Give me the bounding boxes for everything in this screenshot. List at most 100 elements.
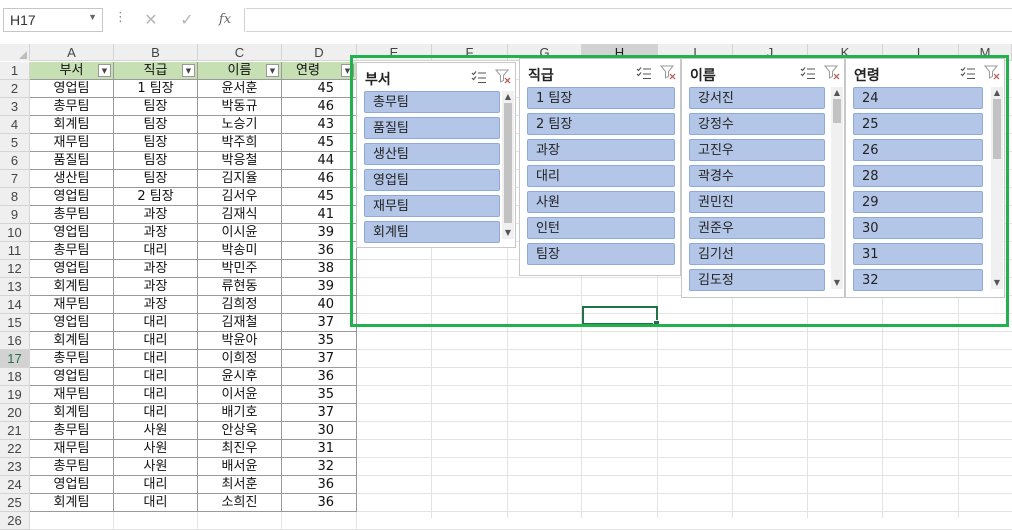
table-cell[interactable]: 30: [282, 422, 357, 440]
row-header-7[interactable]: 7: [0, 170, 30, 188]
table-cell[interactable]: 재무팀: [30, 296, 114, 314]
table-cell[interactable]: 노승기: [198, 116, 282, 134]
row-header-11[interactable]: 11: [0, 242, 30, 260]
table-cell[interactable]: 박민주: [198, 260, 282, 278]
table-cell[interactable]: 46: [282, 98, 357, 116]
table-cell[interactable]: 영업팀: [30, 260, 114, 278]
row-header-3[interactable]: 3: [0, 98, 30, 116]
table-cell[interactable]: 45: [282, 80, 357, 98]
filter-dropdown-icon[interactable]: ▼: [182, 64, 195, 77]
table-cell[interactable]: 45: [282, 188, 357, 206]
chevron-down-icon[interactable]: ▼: [88, 12, 97, 22]
row-header-18[interactable]: 18: [0, 368, 30, 386]
table-cell[interactable]: 40: [282, 296, 357, 314]
enter-icon[interactable]: ✓: [176, 9, 198, 31]
table-cell[interactable]: [114, 512, 198, 530]
row-header-23[interactable]: 23: [0, 458, 30, 476]
table-cell[interactable]: [30, 512, 114, 530]
table-cell[interactable]: 김서우: [198, 188, 282, 206]
table-cell[interactable]: 영업팀: [30, 80, 114, 98]
table-cell[interactable]: 대리: [114, 494, 198, 512]
table-cell[interactable]: 총무팀: [30, 206, 114, 224]
table-cell[interactable]: 회계팀: [30, 116, 114, 134]
column-header-b[interactable]: B: [114, 44, 198, 61]
table-cell[interactable]: 영업팀: [30, 224, 114, 242]
table-cell[interactable]: 회계팀: [30, 494, 114, 512]
table-cell[interactable]: 이시윤: [198, 224, 282, 242]
name-box[interactable]: H17 ▼: [3, 8, 103, 32]
column-header-d[interactable]: D: [282, 44, 357, 61]
table-cell[interactable]: 38: [282, 260, 357, 278]
table-cell[interactable]: 팀장: [114, 170, 198, 188]
table-cell[interactable]: 대리: [114, 332, 198, 350]
row-header-21[interactable]: 21: [0, 422, 30, 440]
table-cell[interactable]: 46: [282, 170, 357, 188]
row-header-16[interactable]: 16: [0, 332, 30, 350]
table-cell[interactable]: 총무팀: [30, 242, 114, 260]
formula-input[interactable]: [246, 8, 1012, 32]
table-cell[interactable]: 37: [282, 314, 357, 332]
table-cell[interactable]: 류현동: [198, 278, 282, 296]
row-header-5[interactable]: 5: [0, 134, 30, 152]
table-cell[interactable]: 회계팀: [30, 404, 114, 422]
table-cell[interactable]: 35: [282, 386, 357, 404]
header-cell[interactable]: 직급 ▼: [114, 62, 198, 80]
table-cell[interactable]: 영업팀: [30, 368, 114, 386]
select-all-button[interactable]: [0, 44, 30, 61]
table-cell[interactable]: 31: [282, 440, 357, 458]
table-cell[interactable]: 35: [282, 332, 357, 350]
table-cell[interactable]: 대리: [114, 314, 198, 332]
table-cell[interactable]: 박응철: [198, 152, 282, 170]
table-cell[interactable]: [198, 512, 282, 530]
column-header-c[interactable]: C: [198, 44, 282, 61]
table-cell[interactable]: 과장: [114, 224, 198, 242]
table-cell[interactable]: 37: [282, 404, 357, 422]
table-cell[interactable]: 안상욱: [198, 422, 282, 440]
row-header-14[interactable]: 14: [0, 296, 30, 314]
table-cell[interactable]: 팀장: [114, 134, 198, 152]
row-header-26[interactable]: 26: [0, 512, 30, 530]
table-cell[interactable]: 배서윤: [198, 458, 282, 476]
header-cell[interactable]: 연령 ▼: [282, 62, 357, 80]
table-cell[interactable]: 박주희: [198, 134, 282, 152]
row-header-6[interactable]: 6: [0, 152, 30, 170]
table-cell[interactable]: 대리: [114, 242, 198, 260]
row-header-13[interactable]: 13: [0, 278, 30, 296]
table-cell[interactable]: 39: [282, 224, 357, 242]
table-cell[interactable]: 41: [282, 206, 357, 224]
table-cell[interactable]: 최진우: [198, 440, 282, 458]
table-cell[interactable]: 과장: [114, 260, 198, 278]
table-cell[interactable]: 재무팀: [30, 134, 114, 152]
table-cell[interactable]: 최서훈: [198, 476, 282, 494]
table-cell[interactable]: 총무팀: [30, 350, 114, 368]
table-cell[interactable]: 36: [282, 476, 357, 494]
filter-dropdown-icon[interactable]: ▼: [98, 64, 111, 77]
header-cell[interactable]: 부서 ▼: [30, 62, 114, 80]
table-cell[interactable]: 품질팀: [30, 152, 114, 170]
table-cell[interactable]: 김재철: [198, 314, 282, 332]
header-cell[interactable]: 이름 ▼: [198, 62, 282, 80]
table-cell[interactable]: 대리: [114, 368, 198, 386]
row-header-12[interactable]: 12: [0, 260, 30, 278]
insert-function-icon[interactable]: fx: [214, 9, 236, 31]
table-cell[interactable]: 39: [282, 278, 357, 296]
row-header-22[interactable]: 22: [0, 440, 30, 458]
row-header-20[interactable]: 20: [0, 404, 30, 422]
table-cell[interactable]: 1 팀장: [114, 80, 198, 98]
table-cell[interactable]: 팀장: [114, 98, 198, 116]
table-cell[interactable]: 사원: [114, 458, 198, 476]
table-cell[interactable]: 이서윤: [198, 386, 282, 404]
table-cell[interactable]: 회계팀: [30, 332, 114, 350]
more-options-icon[interactable]: ⋮: [114, 10, 127, 25]
table-cell[interactable]: 사원: [114, 422, 198, 440]
table-cell[interactable]: 박송미: [198, 242, 282, 260]
table-cell[interactable]: 회계팀: [30, 278, 114, 296]
table-cell[interactable]: 총무팀: [30, 422, 114, 440]
table-cell[interactable]: 생산팀: [30, 170, 114, 188]
table-cell[interactable]: 윤서훈: [198, 80, 282, 98]
table-cell[interactable]: 재무팀: [30, 386, 114, 404]
column-header-a[interactable]: A: [30, 44, 114, 61]
table-cell[interactable]: 총무팀: [30, 98, 114, 116]
table-cell[interactable]: 대리: [114, 404, 198, 422]
table-cell[interactable]: 팀장: [114, 152, 198, 170]
